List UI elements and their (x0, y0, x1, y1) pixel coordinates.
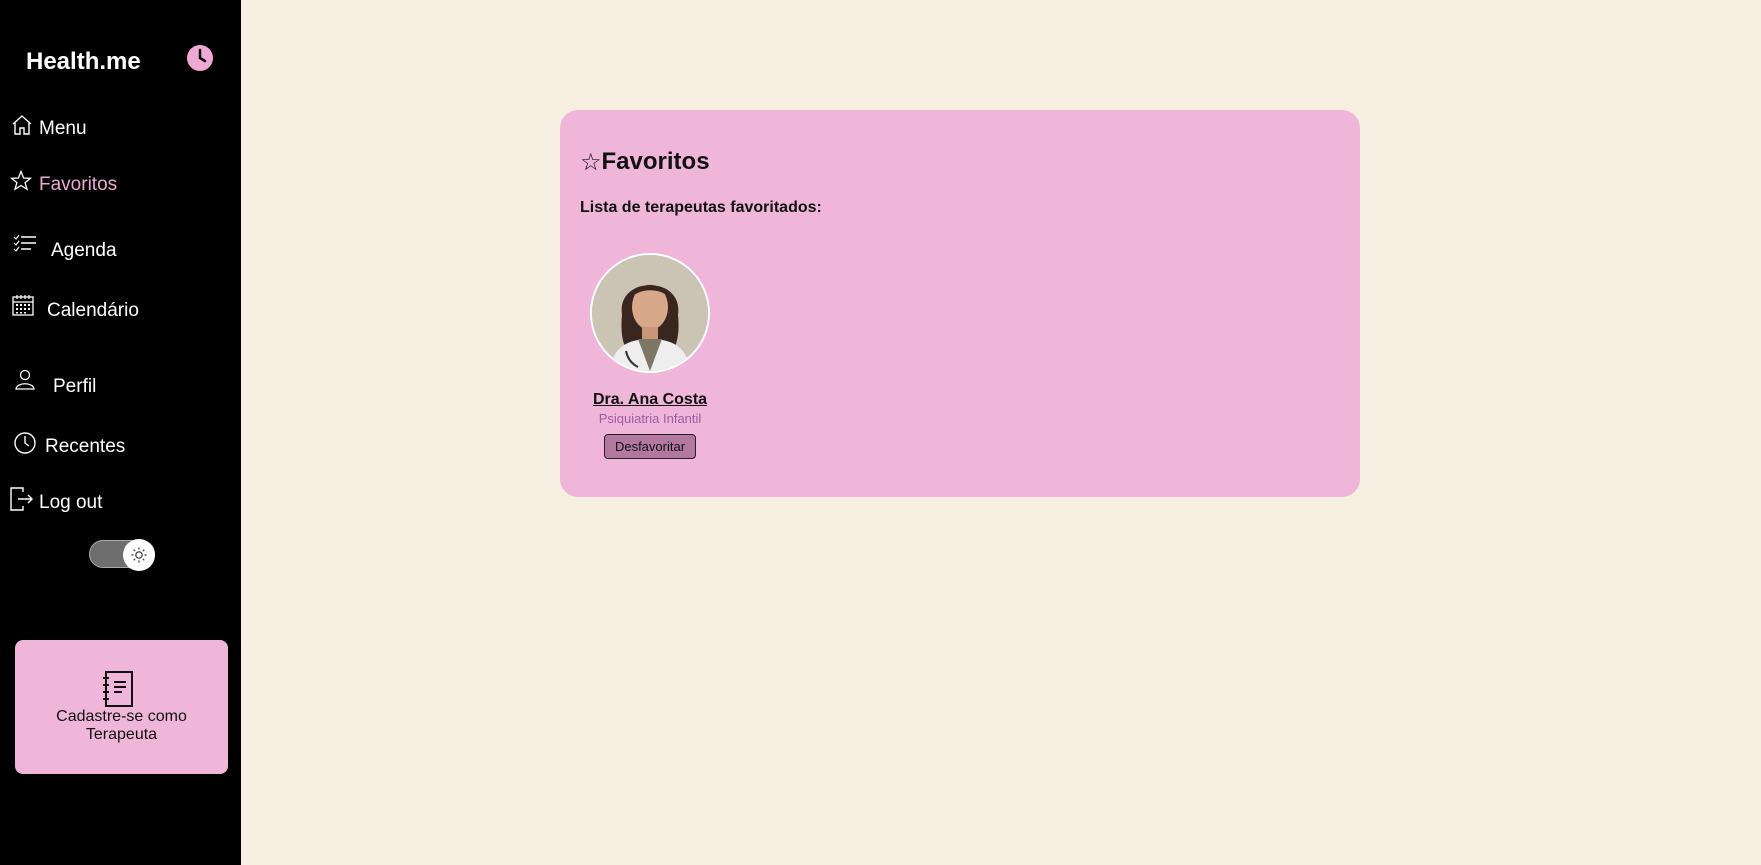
register-card-label: Cadastre-se como Terapeuta (56, 708, 187, 743)
sidebar-item-menu[interactable]: Menu (0, 115, 87, 140)
star-icon (10, 170, 32, 191)
sidebar-item-perfil[interactable]: Perfil (0, 369, 97, 398)
sidebar-item-recentes[interactable]: Recentes (0, 432, 126, 458)
sidebar-item-label: Recentes (45, 436, 126, 457)
sidebar-item-label: Log out (39, 492, 103, 513)
list-icon (13, 234, 36, 252)
favorites-panel: ☆ Favoritos Lista de terapeutas favorita… (560, 110, 1360, 497)
sidebar-item-agenda[interactable]: Agenda (0, 234, 117, 262)
sidebar-item-logout[interactable]: Log out (0, 487, 103, 514)
therapist-specialty: Psiquiatria Infantil (598, 411, 702, 426)
page-title-text: Favoritos (601, 148, 710, 175)
favorite-therapist-card: Dra. Ana Costa Psiquiatria Infantil Desf… (590, 253, 710, 459)
page-title: ☆ Favoritos (580, 148, 710, 176)
unfavorite-button[interactable]: Desfavoritar (603, 434, 697, 459)
therapist-photo (592, 255, 708, 371)
sidebar-item-label: Agenda (51, 240, 117, 261)
register-therapist-card[interactable]: Cadastre-se como Terapeuta (15, 640, 228, 774)
clock-icon (14, 432, 36, 454)
sidebar-item-label: Menu (39, 118, 87, 139)
sidebar-item-label: Perfil (53, 376, 97, 397)
theme-toggle[interactable] (89, 539, 155, 571)
clock-logo-icon (187, 45, 213, 71)
sidebar-item-label: Calendário (47, 300, 139, 321)
star-outline-icon: ☆ (580, 148, 602, 176)
toggle-knob (123, 539, 155, 571)
home-icon (12, 115, 32, 135)
brand-logo: Health.me (26, 48, 141, 75)
sidebar: Health.me Menu Favoritos Agenda Calendár… (0, 0, 241, 865)
calendar-icon (12, 295, 34, 316)
sidebar-item-label: Favoritos (39, 174, 118, 195)
therapist-name-link[interactable]: Dra. Ana Costa (570, 391, 730, 409)
notebook-icon (103, 671, 133, 707)
sun-icon (131, 547, 147, 563)
sidebar-item-favoritos[interactable]: Favoritos (0, 170, 118, 196)
user-icon (15, 369, 35, 390)
sidebar-item-calendario[interactable]: Calendário (0, 295, 139, 322)
favorites-subtitle: Lista de terapeutas favoritados: (580, 199, 822, 216)
therapist-avatar (590, 253, 710, 373)
logout-icon (10, 487, 33, 511)
